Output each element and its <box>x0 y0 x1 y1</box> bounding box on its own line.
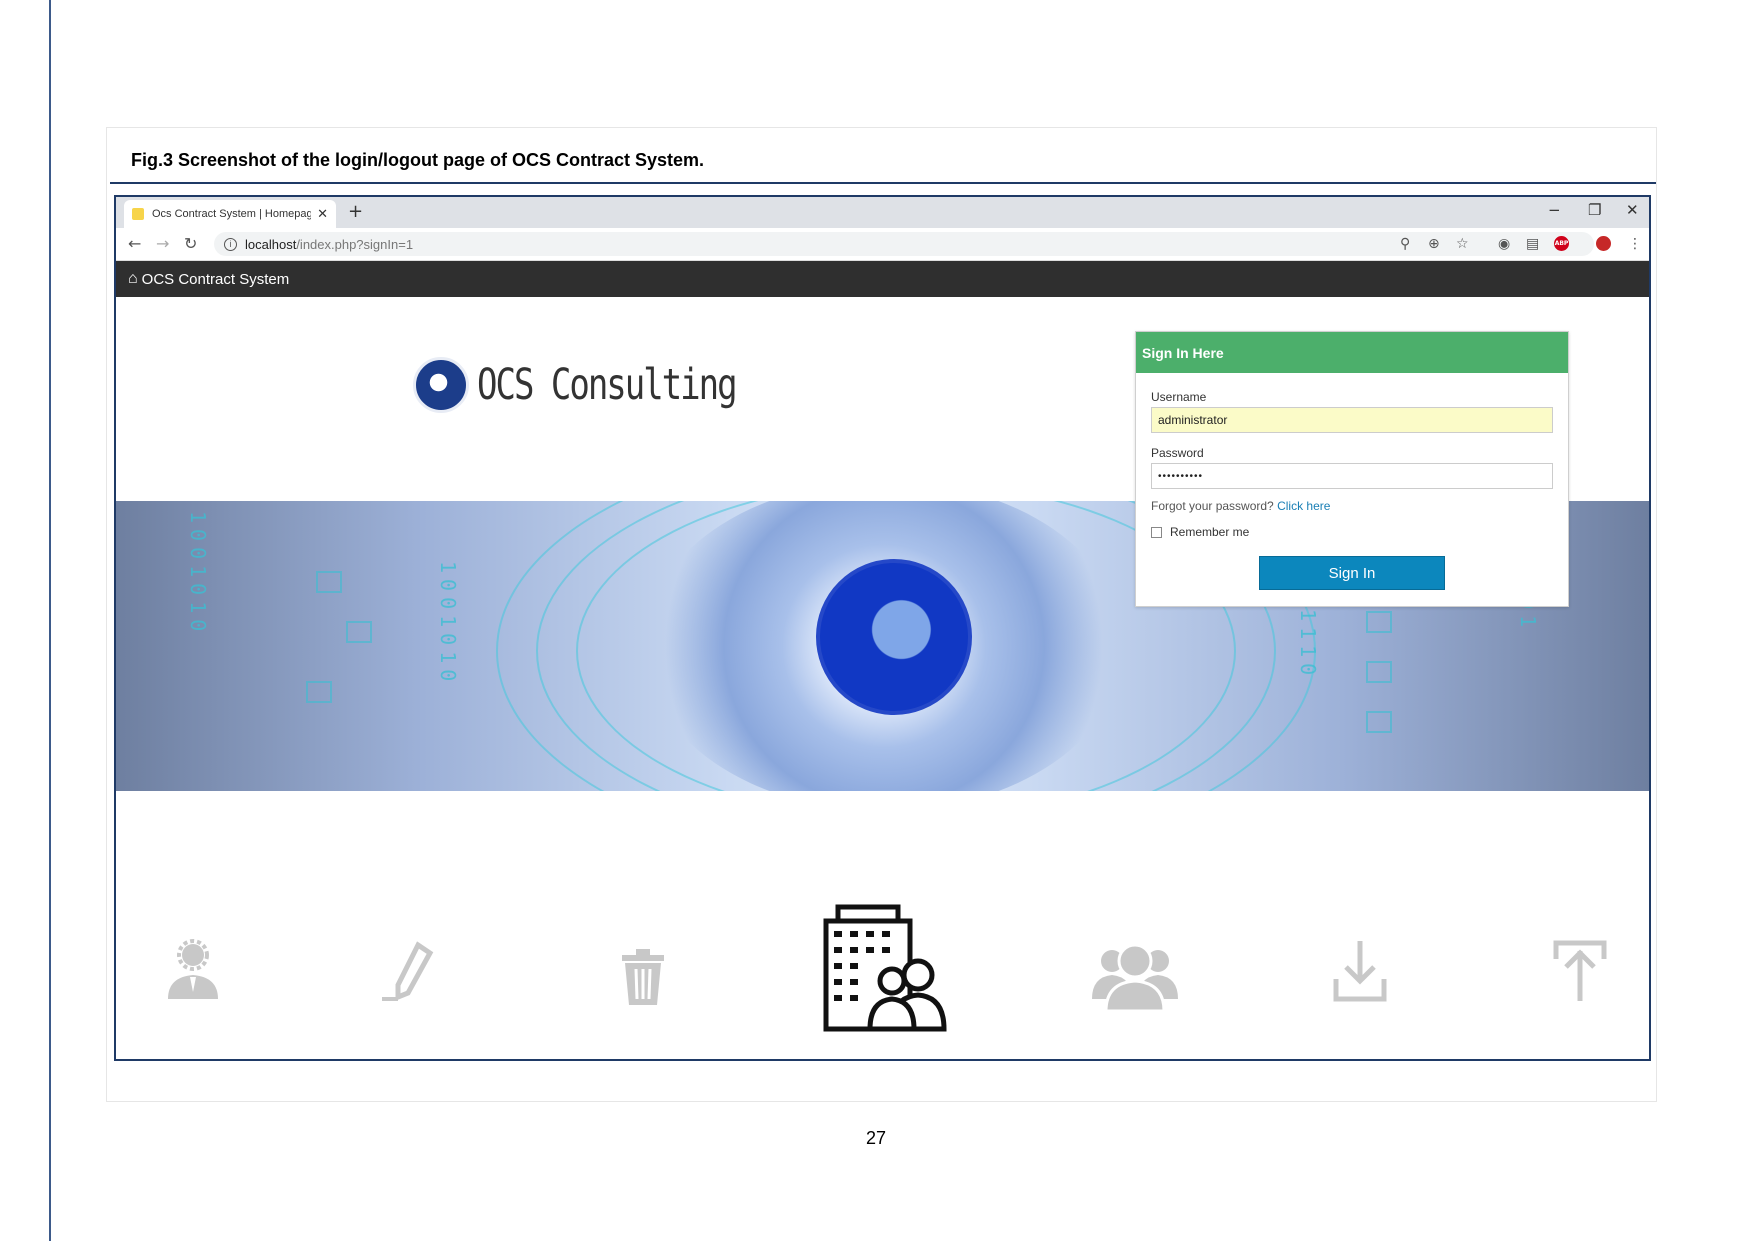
zoom-icon[interactable]: ⊕ <box>1428 236 1440 252</box>
upload-icon[interactable] <box>1550 937 1610 1005</box>
margin-line <box>49 0 51 1241</box>
username-input[interactable]: administrator <box>1151 407 1553 433</box>
tab-close-icon[interactable]: ✕ <box>317 206 328 222</box>
circuit-square <box>316 571 342 593</box>
extension-printer-icon[interactable]: ▤ <box>1526 236 1539 252</box>
forgot-password-prompt: Forgot your password? <box>1151 499 1274 513</box>
manager-icon[interactable] <box>158 937 228 1007</box>
back-arrow-icon[interactable]: ← <box>128 234 141 253</box>
circuit-square <box>346 621 372 643</box>
circuit-square <box>306 681 332 703</box>
url-host: localhost <box>245 236 297 252</box>
figure-caption: Fig.3 Screenshot of the login/logout pag… <box>131 150 705 170</box>
browser-toolbar: ← → ↻ i localhost /index.php?signIn=1 ⚲ … <box>116 228 1649 261</box>
password-label: Password <box>1151 446 1204 460</box>
download-icon[interactable] <box>1330 937 1390 1005</box>
minimize-button[interactable]: − <box>1548 201 1561 219</box>
logo-text: OCS Consulting <box>477 360 738 410</box>
signin-header: Sign In Here <box>1136 332 1568 373</box>
browser-window: Ocs Contract System | Homepag… ✕ + − ❐ ✕… <box>114 195 1651 1061</box>
app-navbar: ⌂ OCS Contract System <box>116 261 1649 297</box>
remember-me-label: Remember me <box>1170 525 1250 539</box>
signin-button[interactable]: Sign In <box>1259 556 1445 590</box>
restore-button[interactable]: ❐ <box>1588 201 1601 219</box>
logo-mark-icon <box>413 357 469 413</box>
edit-pencil-icon[interactable] <box>378 937 448 1007</box>
reload-icon[interactable]: ↻ <box>184 234 197 253</box>
forgot-password-link[interactable]: Click here <box>1277 499 1330 513</box>
forward-arrow-icon[interactable]: → <box>156 234 169 253</box>
username-label: Username <box>1151 390 1207 404</box>
adblock-icon[interactable]: ABP <box>1554 236 1569 251</box>
trash-icon[interactable] <box>616 945 670 1007</box>
ocs-pupil-logo-icon <box>816 559 972 715</box>
page-number: 27 <box>866 1128 887 1148</box>
signin-panel: Sign In Here Username administrator Pass… <box>1135 331 1569 607</box>
caption-rule <box>110 182 1656 184</box>
profile-avatar-icon[interactable] <box>1596 236 1611 251</box>
app-title[interactable]: OCS Contract System <box>142 271 290 288</box>
document-page: Fig.3 Screenshot of the login/logout pag… <box>0 0 1755 1241</box>
circuit-square <box>1366 661 1392 683</box>
password-input[interactable]: •••••••••• <box>1151 463 1553 489</box>
home-icon[interactable]: ⌂ <box>128 270 138 288</box>
favicon-icon <box>132 208 144 220</box>
remember-me-row: Remember me <box>1151 525 1249 539</box>
remember-me-checkbox[interactable] <box>1151 526 1162 538</box>
menu-kebab-icon[interactable]: ⋮ <box>1628 236 1642 252</box>
company-logo: OCS Consulting <box>413 357 738 413</box>
new-tab-button[interactable]: + <box>348 201 363 222</box>
address-bar[interactable]: i localhost /index.php?signIn=1 <box>214 232 1594 256</box>
contracts-building-icon[interactable] <box>820 903 950 1033</box>
key-icon[interactable]: ⚲ <box>1400 236 1410 252</box>
users-group-icon[interactable] <box>1092 933 1178 1011</box>
circuit-square <box>1366 611 1392 633</box>
site-info-icon[interactable]: i <box>224 237 237 251</box>
window-close-button[interactable]: ✕ <box>1626 201 1639 219</box>
browser-tab[interactable]: Ocs Contract System | Homepag… ✕ <box>124 200 336 228</box>
forgot-password-text: Forgot your password? Click here <box>1151 499 1330 513</box>
binary-pattern: 1001010 <box>436 561 460 688</box>
bookmark-star-icon[interactable]: ☆ <box>1456 236 1469 252</box>
binary-pattern: 1001010 <box>186 511 210 638</box>
extension-circle-icon[interactable]: ◉ <box>1498 236 1510 252</box>
tab-title: Ocs Contract System | Homepag… <box>152 208 312 220</box>
tab-bar: Ocs Contract System | Homepag… ✕ + − ❐ ✕ <box>116 197 1649 228</box>
url-path: /index.php?signIn=1 <box>296 236 414 252</box>
circuit-square <box>1366 711 1392 733</box>
